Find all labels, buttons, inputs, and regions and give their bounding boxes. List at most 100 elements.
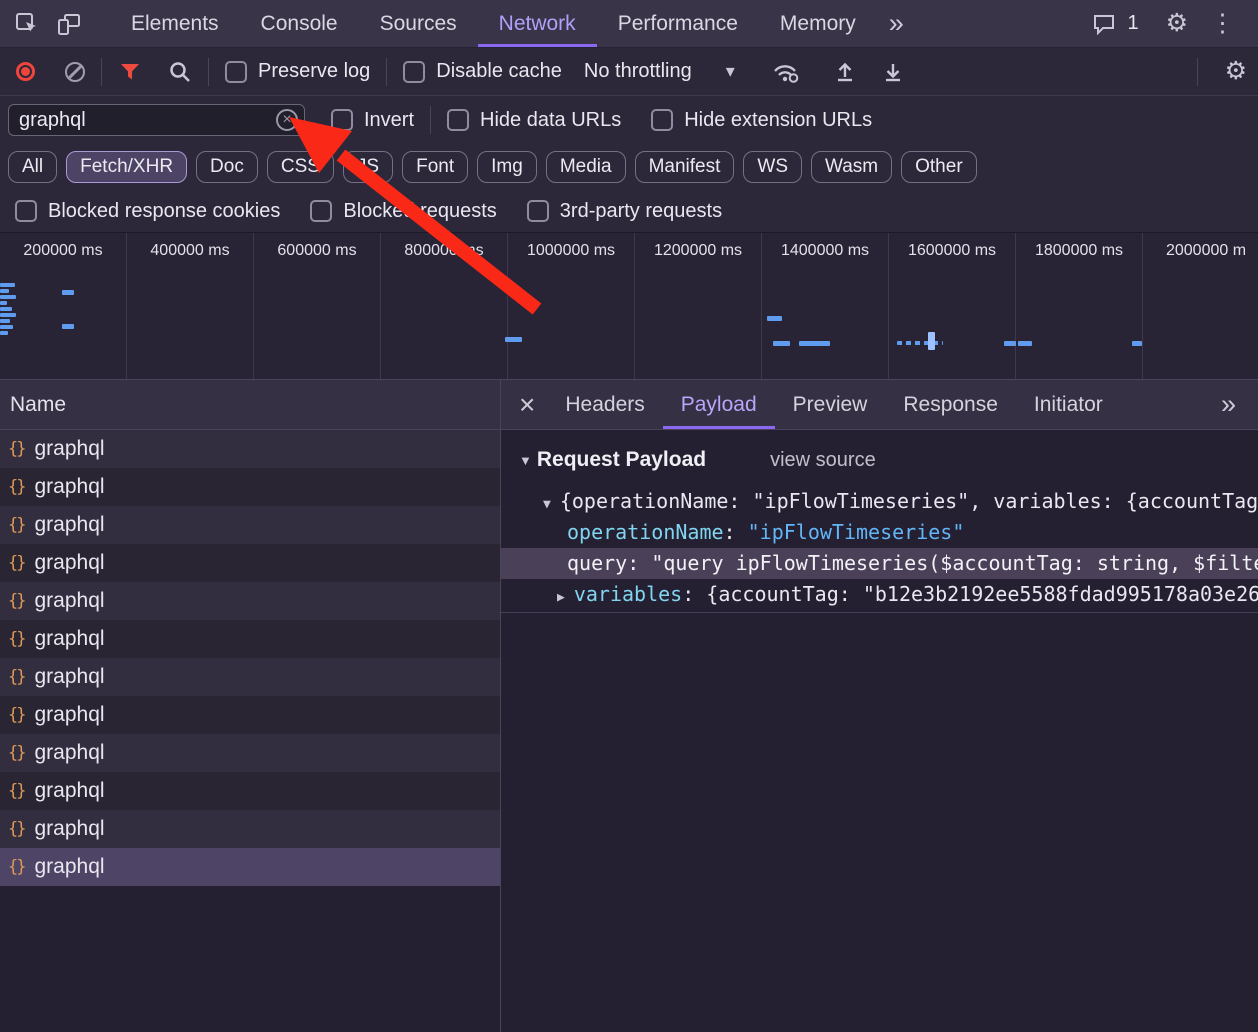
filter-input[interactable] bbox=[8, 104, 305, 136]
blocked-response-cookies-checkbox[interactable] bbox=[15, 200, 37, 222]
network-overview-timeline[interactable]: 200000 ms 400000 ms 600000 ms 800000 ms … bbox=[0, 232, 1258, 380]
detail-tab-initiator[interactable]: Initiator bbox=[1016, 380, 1121, 429]
waterfall-bar bbox=[505, 337, 522, 342]
issues-icon[interactable] bbox=[1087, 7, 1121, 41]
tab-sources[interactable]: Sources bbox=[359, 0, 478, 47]
waterfall-bar bbox=[0, 319, 10, 323]
waterfall-bar bbox=[1004, 341, 1016, 346]
clear-filter-icon[interactable]: × bbox=[276, 109, 298, 131]
issues-count[interactable]: 1 bbox=[1127, 12, 1138, 35]
timeline-tick-label: 1400000 ms bbox=[781, 242, 869, 379]
blocked-requests-label[interactable]: Blocked requests bbox=[343, 200, 496, 223]
request-payload-header: ▼ Request Payload view source bbox=[519, 448, 1258, 472]
network-conditions-icon[interactable] bbox=[771, 60, 799, 84]
waterfall-bar bbox=[0, 313, 16, 317]
request-row-selected[interactable]: {}graphql bbox=[0, 848, 500, 886]
export-har-icon[interactable] bbox=[881, 60, 905, 84]
request-row[interactable]: {}graphql bbox=[0, 582, 500, 620]
preserve-log-checkbox[interactable] bbox=[225, 61, 247, 83]
detail-tab-payload[interactable]: Payload bbox=[663, 380, 775, 429]
payload-preview-line[interactable]: ▼{operationName: "ipFlowTimeseries", var… bbox=[501, 486, 1258, 517]
request-row[interactable]: {}graphql bbox=[0, 810, 500, 848]
json-braces-icon: {} bbox=[8, 667, 24, 687]
type-filter-img[interactable]: Img bbox=[477, 151, 537, 183]
request-row[interactable]: {}graphql bbox=[0, 468, 500, 506]
tab-elements[interactable]: Elements bbox=[110, 0, 240, 47]
type-filter-all[interactable]: All bbox=[8, 151, 57, 183]
search-icon[interactable] bbox=[168, 60, 192, 84]
expander-open-icon[interactable]: ▼ bbox=[543, 497, 551, 512]
hide-extension-urls-checkbox[interactable] bbox=[651, 109, 673, 131]
disable-cache-checkbox[interactable] bbox=[403, 61, 425, 83]
name-column-header[interactable]: Name bbox=[0, 380, 500, 430]
type-filter-css[interactable]: CSS bbox=[267, 151, 334, 183]
json-braces-icon: {} bbox=[8, 819, 24, 839]
hide-data-urls-group: Hide data URLs bbox=[447, 109, 621, 132]
payload-key: query bbox=[567, 551, 627, 575]
third-party-requests-checkbox[interactable] bbox=[527, 200, 549, 222]
inspect-element-icon[interactable] bbox=[10, 7, 44, 41]
blocked-requests-checkbox[interactable] bbox=[310, 200, 332, 222]
network-main-split: Name {}graphql {}graphql {}graphql {}gra… bbox=[0, 380, 1258, 1032]
request-row[interactable]: {}graphql bbox=[0, 430, 500, 468]
hide-data-urls-checkbox[interactable] bbox=[447, 109, 469, 131]
payload-variables-line[interactable]: ▶variables: {accountTag: "b12e3b2192ee55… bbox=[501, 579, 1258, 610]
detail-tab-response[interactable]: Response bbox=[885, 380, 1016, 429]
invert-label[interactable]: Invert bbox=[364, 109, 414, 132]
close-icon[interactable]: × bbox=[519, 391, 535, 419]
clear-network-log-icon[interactable] bbox=[65, 62, 85, 82]
preserve-log-label[interactable]: Preserve log bbox=[258, 60, 370, 83]
invert-checkbox[interactable] bbox=[331, 109, 353, 131]
devtools-window: Elements Console Sources Network Perform… bbox=[0, 0, 1258, 1032]
filter-icon[interactable] bbox=[118, 60, 142, 84]
type-filter-wasm[interactable]: Wasm bbox=[811, 151, 892, 183]
throttling-dropdown[interactable]: No throttling ▾ bbox=[584, 60, 735, 83]
type-filter-other[interactable]: Other bbox=[901, 151, 977, 183]
type-filter-fetch-xhr[interactable]: Fetch/XHR bbox=[66, 151, 187, 183]
detail-tab-bar: × Headers Payload Preview Response Initi… bbox=[501, 380, 1258, 430]
waterfall-bar bbox=[0, 295, 16, 299]
expander-closed-icon[interactable]: ▶ bbox=[557, 590, 565, 605]
tab-memory[interactable]: Memory bbox=[759, 0, 877, 47]
device-toolbar-icon[interactable] bbox=[52, 7, 86, 41]
request-row[interactable]: {}graphql bbox=[0, 506, 500, 544]
key-value-separator: : bbox=[724, 520, 748, 544]
request-row[interactable]: {}graphql bbox=[0, 772, 500, 810]
type-filter-js[interactable]: JS bbox=[343, 151, 393, 183]
tab-console[interactable]: Console bbox=[240, 0, 359, 47]
type-filter-manifest[interactable]: Manifest bbox=[635, 151, 735, 183]
type-filter-doc[interactable]: Doc bbox=[196, 151, 258, 183]
type-filter-ws[interactable]: WS bbox=[743, 151, 802, 183]
tab-performance[interactable]: Performance bbox=[597, 0, 759, 47]
request-row[interactable]: {}graphql bbox=[0, 544, 500, 582]
hide-data-urls-label[interactable]: Hide data URLs bbox=[480, 109, 621, 132]
request-row[interactable]: {}graphql bbox=[0, 734, 500, 772]
kebab-menu-icon[interactable]: ⋮ bbox=[1199, 11, 1246, 36]
payload-tree: ▼{operationName: "ipFlowTimeseries", var… bbox=[501, 486, 1258, 613]
more-panels-icon[interactable]: » bbox=[889, 10, 904, 37]
tab-network[interactable]: Network bbox=[478, 0, 597, 47]
disable-cache-label[interactable]: Disable cache bbox=[436, 60, 562, 83]
section-expander-icon[interactable]: ▼ bbox=[519, 453, 532, 468]
request-row[interactable]: {}graphql bbox=[0, 658, 500, 696]
type-filter-font[interactable]: Font bbox=[402, 151, 468, 183]
payload-query-line-selected[interactable]: query: "query ipFlowTimeseries($accountT… bbox=[501, 548, 1258, 579]
hide-extension-urls-label[interactable]: Hide extension URLs bbox=[684, 109, 872, 132]
more-detail-tabs-icon[interactable]: » bbox=[1221, 391, 1236, 418]
request-name: graphql bbox=[34, 551, 104, 575]
view-source-link[interactable]: view source bbox=[770, 449, 876, 472]
record-button[interactable] bbox=[16, 62, 35, 81]
settings-gear-icon[interactable]: ⚙ bbox=[1155, 11, 1199, 36]
import-har-icon[interactable] bbox=[833, 60, 857, 84]
timeline-tick-label: 1800000 ms bbox=[1035, 242, 1123, 379]
blocked-response-cookies-label[interactable]: Blocked response cookies bbox=[48, 200, 280, 223]
key-value-separator: : bbox=[627, 551, 651, 575]
third-party-requests-label[interactable]: 3rd-party requests bbox=[560, 200, 722, 223]
network-settings-gear-icon[interactable]: ⚙ bbox=[1214, 59, 1258, 84]
type-filter-media[interactable]: Media bbox=[546, 151, 626, 183]
request-row[interactable]: {}graphql bbox=[0, 620, 500, 658]
payload-operation-name-line[interactable]: operationName: "ipFlowTimeseries" bbox=[501, 517, 1258, 548]
request-row[interactable]: {}graphql bbox=[0, 696, 500, 734]
detail-tab-headers[interactable]: Headers bbox=[547, 380, 662, 429]
detail-tab-preview[interactable]: Preview bbox=[775, 380, 886, 429]
